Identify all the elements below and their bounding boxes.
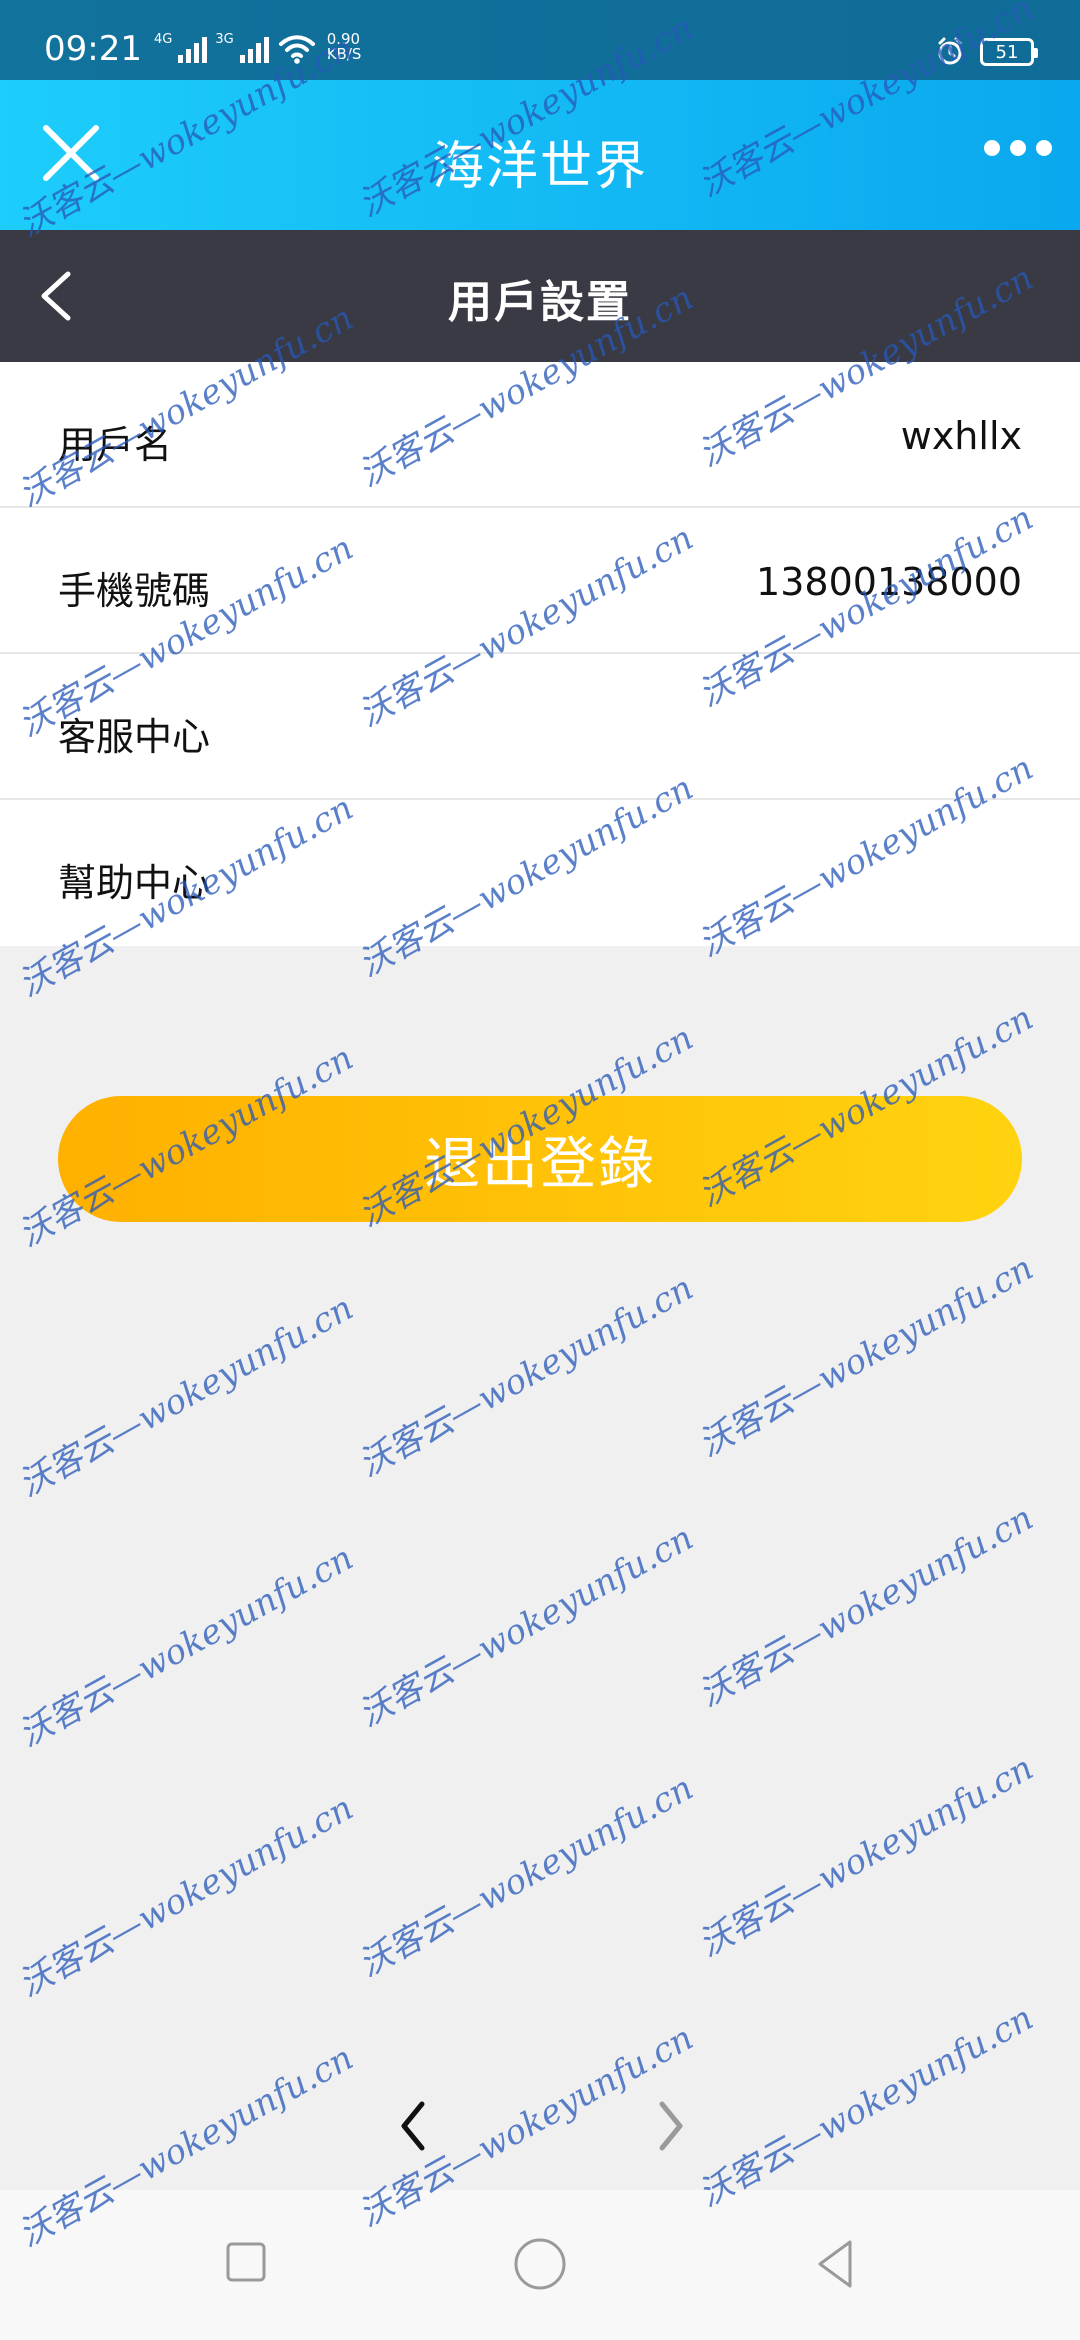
signal-icon [239, 35, 269, 63]
page-nav: 用戶設置 [0, 230, 1080, 362]
network-label-2: 3G [215, 31, 234, 47]
settings-row-value: 13800138000 [756, 560, 1022, 604]
watermark-text: 沃客云—wokeyunfu.cn [12, 1288, 360, 1506]
settings-list: 用戶名 wxhllx 手機號碼 13800138000 客服中心 幫助中心 [0, 362, 1080, 946]
app-title: 海洋世界 [431, 137, 648, 197]
chevron-right-icon[interactable] [650, 2098, 690, 2154]
status-right: 51 [934, 36, 1038, 68]
settings-row-label: 幫助中心 [58, 861, 211, 905]
chevron-left-icon[interactable] [394, 2098, 434, 2154]
app-header: 海洋世界 [0, 80, 1080, 230]
settings-row-label: 用戶名 [58, 423, 173, 467]
watermark-text: 沃客云—wokeyunfu.cn [12, 1788, 360, 2006]
watermark-text: 沃客云—wokeyunfu.cn [692, 1248, 1040, 1466]
settings-row-help-center[interactable]: 幫助中心 [0, 800, 1080, 946]
circle-icon[interactable] [512, 2236, 568, 2292]
page-title: 用戶設置 [448, 277, 632, 328]
battery-level: 51 [995, 41, 1019, 63]
watermark-text: 沃客云—wokeyunfu.cn [692, 1498, 1040, 1716]
system-nav [0, 2190, 1080, 2340]
browser-nav [0, 2064, 1080, 2190]
more-icon[interactable] [984, 140, 1052, 156]
network-speed: 0.90 KB/S [327, 32, 362, 62]
settings-row-customer-service[interactable]: 客服中心 [0, 654, 1080, 800]
status-bar: 09:21 4G 3G 0.90 KB/S 51 [0, 0, 1080, 80]
watermark-text: 沃客云—wokeyunfu.cn [352, 1518, 700, 1736]
settings-row-label: 手機號碼 [58, 569, 211, 613]
watermark-text: 沃客云—wokeyunfu.cn [352, 1768, 700, 1986]
settings-row-username[interactable]: 用戶名 wxhllx [0, 362, 1080, 508]
logout-button[interactable]: 退出登錄 [58, 1096, 1022, 1222]
wifi-icon [278, 35, 315, 64]
network-label-1: 4G [153, 31, 173, 47]
settings-row-label: 客服中心 [58, 715, 211, 759]
status-time: 09:21 [44, 29, 142, 69]
triangle-icon[interactable] [812, 2236, 858, 2292]
watermark-text: 沃客云—wokeyunfu.cn [692, 1748, 1040, 1966]
alarm-icon [938, 37, 962, 65]
signal-icon [178, 35, 208, 63]
square-icon[interactable] [224, 2240, 268, 2284]
watermark-text: 沃客云—wokeyunfu.cn [352, 1268, 700, 1486]
settings-row-phone[interactable]: 手機號碼 13800138000 [0, 508, 1080, 654]
speed-unit: KB/S [326, 45, 362, 63]
battery-icon: 51 [980, 38, 1038, 66]
status-left: 09:21 4G 3G 0.90 KB/S [44, 29, 362, 69]
watermark-text: 沃客云—wokeyunfu.cn [12, 1538, 360, 1756]
settings-row-value: wxhllx [900, 414, 1022, 458]
